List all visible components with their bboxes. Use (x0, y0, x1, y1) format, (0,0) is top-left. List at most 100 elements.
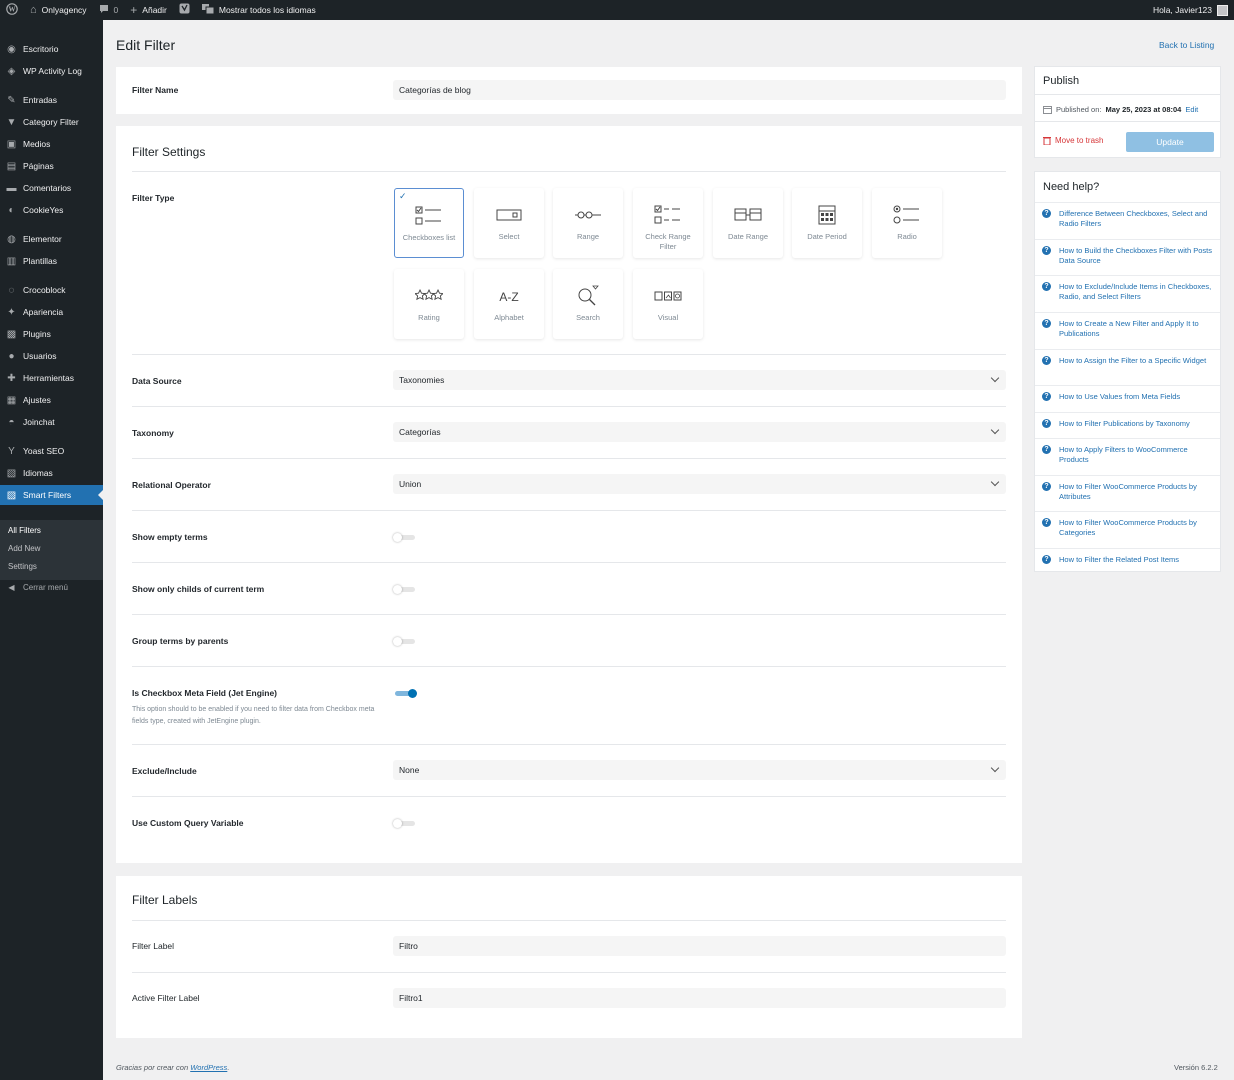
divider (1035, 121, 1220, 122)
comments-link[interactable]: 0 (93, 0, 125, 20)
site-name-link[interactable]: ⌂ Onlyagency (24, 0, 93, 20)
help-link[interactable]: ? How to Apply Filters to WooCommerce Pro… (1035, 438, 1220, 475)
sidebar-item-wp-activity-log[interactable]: ◈ WP Activity Log (0, 61, 103, 81)
sidebar-item-comentarios[interactable]: ▬ Comentarios (0, 178, 103, 198)
sidebar-item-yoast-seo[interactable]: Y Yoast SEO (0, 441, 103, 461)
help-link[interactable]: ? How to Filter WooCommerce Products by C… (1035, 511, 1220, 548)
filter-type-alphabet[interactable]: A-Z Alphabet (474, 269, 544, 339)
divider (1035, 94, 1220, 95)
help-link[interactable]: ? Difference Between Checkboxes, Select a… (1035, 202, 1220, 239)
help-link[interactable]: ? How to Build the Checkboxes Filter with… (1035, 239, 1220, 275)
sidebar-item-elementor[interactable]: ◍ Elementor (0, 229, 103, 249)
new-content-link[interactable]: + Añadir (124, 0, 173, 20)
sidebar-item-p-ginas[interactable]: ▤ Páginas (0, 156, 103, 176)
filter-type-label-alphabet: Alphabet (494, 313, 524, 322)
submenu-settings[interactable]: Settings (8, 562, 37, 571)
filter-type-date-range[interactable]: Date Range (713, 188, 783, 258)
filter-type-search[interactable]: Search (553, 269, 623, 339)
collapse-arrow-icon: ◀ (8, 583, 15, 592)
question-icon: ? (1042, 555, 1051, 564)
wordpress-link[interactable]: WordPress (190, 1063, 227, 1072)
wordpress-logo-button[interactable]: W (0, 0, 24, 20)
show-only-childs-toggle[interactable] (393, 585, 417, 594)
show-empty-terms-toggle[interactable] (393, 533, 417, 542)
search-icon (578, 285, 599, 306)
exclude-include-select[interactable]: None (393, 760, 1006, 780)
filter-label-label: Filter Label (132, 941, 175, 951)
relational-operator-select[interactable]: Union (393, 474, 1006, 494)
back-to-listing-link[interactable]: Back to Listing (1159, 40, 1214, 50)
calendar-icon (1043, 106, 1052, 114)
help-link-text: How to Filter Publications by Taxonomy (1059, 419, 1190, 428)
filter-type-range[interactable]: Range (553, 188, 623, 258)
sidebar-item-herramientas[interactable]: ✚ Herramientas (0, 368, 103, 388)
submenu-add-new[interactable]: Add New (8, 544, 40, 553)
checkbox-meta-toggle[interactable] (393, 689, 417, 698)
comment-bubble-icon (99, 4, 109, 17)
filter-type-rating[interactable]: Rating (394, 269, 464, 339)
relational-operator-value: Union (399, 479, 422, 489)
help-link[interactable]: ? How to Filter Publications by Taxonomy (1035, 412, 1220, 438)
taxonomy-select[interactable]: Categorías (393, 422, 1006, 442)
help-link[interactable]: ? How to Exclude/Include Items in Checkbo… (1035, 275, 1220, 312)
sidebar-item-category-filter[interactable]: ▼ Category Filter (0, 112, 103, 132)
filter-label-input[interactable]: Filtro (393, 936, 1006, 956)
filter-type-checkboxes[interactable]: ✓ Checkboxes list (394, 188, 464, 258)
custom-query-var-toggle[interactable] (393, 819, 417, 828)
active-filter-label-label: Active Filter Label (132, 993, 200, 1003)
account-menu[interactable]: Hola, Javier123 (1147, 0, 1234, 20)
edit-date-link[interactable]: Edit (1185, 105, 1198, 114)
languages-link[interactable]: Mostrar todos los idiomas (196, 0, 322, 20)
sidebar-item-plantillas[interactable]: ▥ Plantillas (0, 251, 103, 271)
active-filter-label-input[interactable]: Filtro1 (393, 988, 1006, 1008)
divider (132, 406, 1006, 407)
question-icon: ? (1042, 392, 1051, 401)
sidebar-item-escritorio[interactable]: ◉ Escritorio (0, 39, 103, 59)
help-link[interactable]: ? How to Filter the Related Post Items (1035, 548, 1220, 572)
question-icon: ? (1042, 445, 1051, 454)
update-button[interactable]: Update (1126, 132, 1214, 152)
filter-name-input[interactable]: Categorías de blog (393, 80, 1006, 100)
filter-type-select[interactable]: Select (474, 188, 544, 258)
smart-filters-icon: ▨ (6, 489, 17, 501)
data-source-select[interactable]: Taxonomies (393, 370, 1006, 390)
sidebar-item-cookieyes[interactable]: ◐ CookieYes (0, 200, 103, 220)
plugins-icon: ▩ (6, 328, 17, 340)
sidebar-item-plugins[interactable]: ▩ Plugins (0, 324, 103, 344)
relational-operator-label: Relational Operator (132, 480, 211, 490)
yoast-link[interactable] (173, 0, 196, 20)
sidebar-item-crocoblock[interactable]: ◌ Crocoblock (0, 280, 103, 300)
sidebar-item-smart-filters[interactable]: ▨ Smart Filters (0, 485, 103, 505)
data-source-value: Taxonomies (399, 375, 445, 385)
sidebar-item-ajustes[interactable]: ▦ Ajustes (0, 390, 103, 410)
question-icon: ? (1042, 356, 1051, 365)
question-icon: ? (1042, 482, 1051, 491)
exclude-include-label: Exclude/Include (132, 766, 197, 776)
help-link[interactable]: ? How to Use Values from Meta Fields (1035, 385, 1220, 412)
filter-type-visual[interactable]: Visual (633, 269, 703, 339)
yoast-icon: Y (8, 445, 15, 457)
move-to-trash-link[interactable]: Move to trash (1043, 136, 1103, 145)
checkbox-meta-label: Is Checkbox Meta Field (Jet Engine) (132, 688, 278, 698)
filter-type-date-period[interactable]: Date Period (792, 188, 862, 258)
help-link[interactable]: ? How to Assign the Filter to a Specific … (1035, 349, 1220, 385)
sidebar-item-usuarios[interactable]: ● Usuarios (0, 346, 103, 366)
submenu-all-filters[interactable]: All Filters (8, 526, 41, 535)
help-link[interactable]: ? How to Create a New Filter and Apply It… (1035, 312, 1220, 349)
sidebar-item-entradas[interactable]: ✎ Entradas (0, 90, 103, 110)
help-link[interactable]: ? How to Filter WooCommerce Products by A… (1035, 475, 1220, 511)
sidebar-item-idiomas[interactable]: ▧ Idiomas (0, 463, 103, 483)
chevron-down-icon (990, 763, 1000, 773)
sidebar-item-apariencia[interactable]: ✦ Apariencia (0, 302, 103, 322)
need-help-box: Need help? ? Difference Between Checkboxe… (1034, 171, 1221, 572)
chevron-down-icon (990, 477, 1000, 487)
filter-name-label: Filter Name (132, 85, 179, 95)
filter-type-radio[interactable]: Radio (872, 188, 942, 258)
published-on-label: Published on: (1056, 105, 1102, 114)
filter-type-check-range[interactable]: Check Range Filter (633, 188, 703, 258)
sidebar-item-joinchat[interactable]: ◓ Joinchat (0, 412, 103, 432)
group-terms-toggle[interactable] (393, 637, 417, 646)
sidebar-item-medios[interactable]: ▣ Medios (0, 134, 103, 154)
collapse-menu-button[interactable]: ◀ Cerrar menú (0, 583, 103, 592)
help-link-text: Difference Between Checkboxes, Select an… (1059, 209, 1208, 228)
